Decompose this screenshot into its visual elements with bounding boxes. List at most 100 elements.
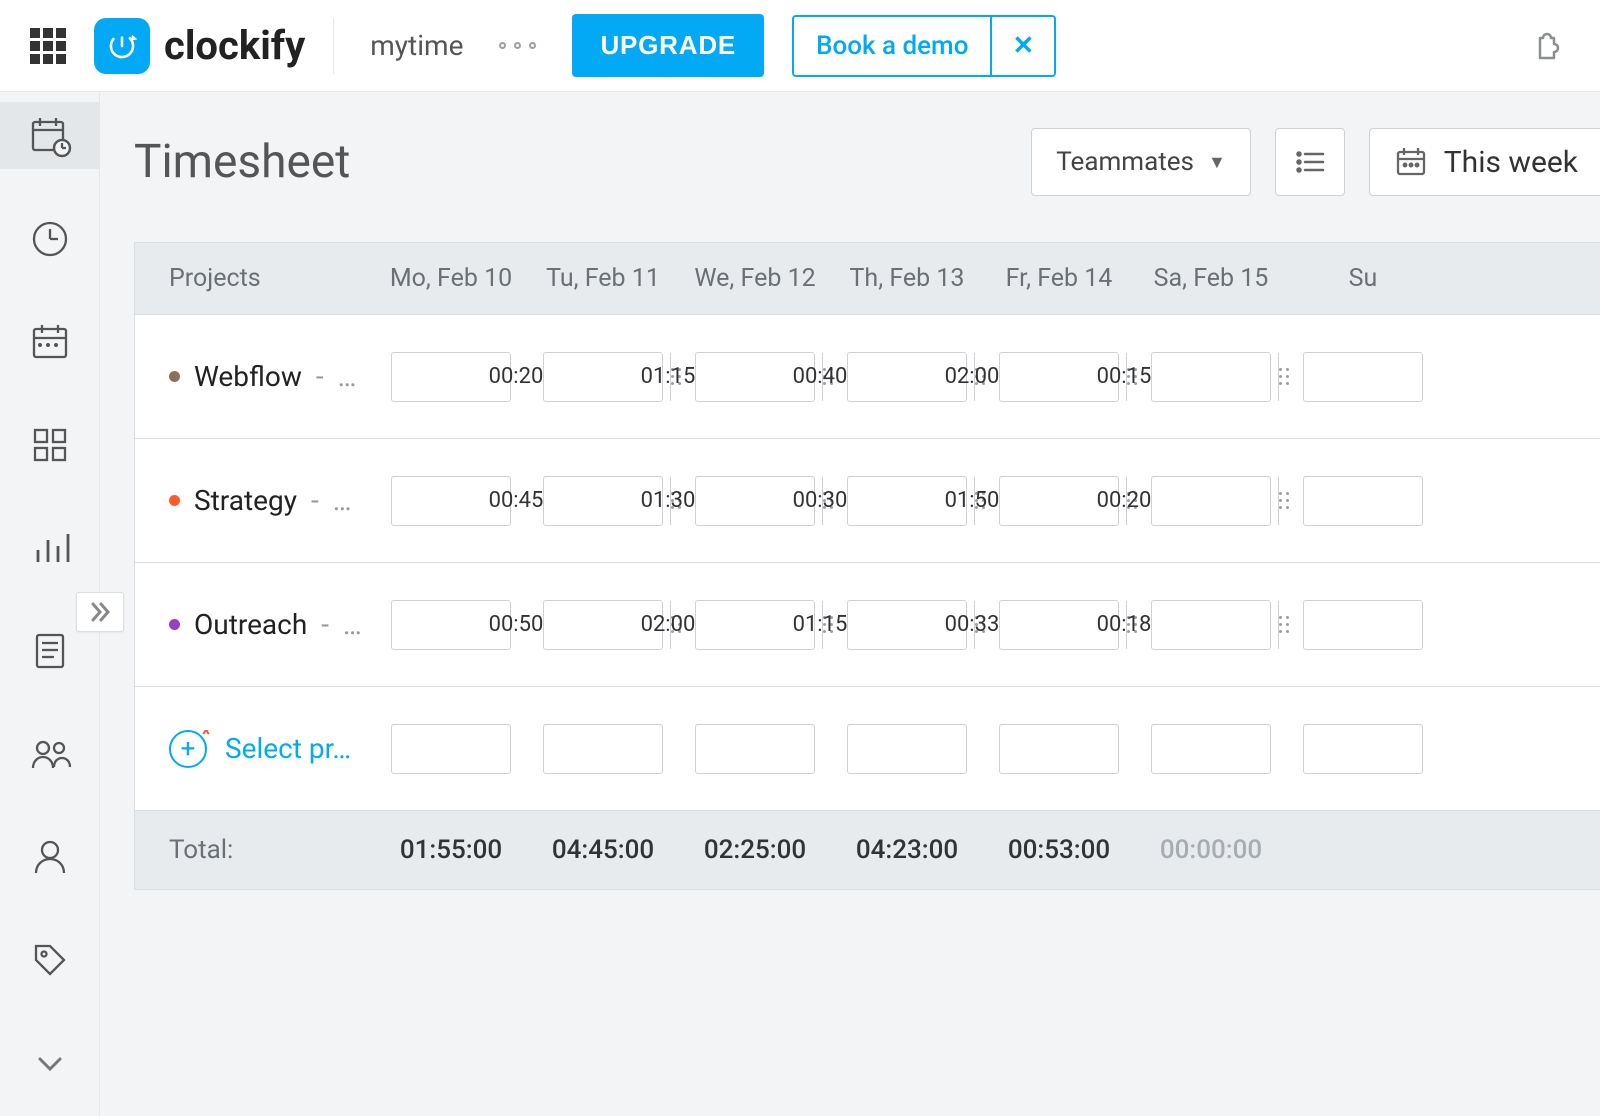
book-demo-close-icon[interactable]: ✕ [992,17,1054,75]
project-color-dot [169,619,180,630]
timesheet-row: Webflow - … [135,315,1600,439]
brand-mark-icon [94,18,150,74]
time-cell[interactable] [543,476,663,526]
time-cell-empty[interactable] [695,724,815,774]
sidebar-item-team[interactable] [0,720,99,787]
time-cell[interactable] [391,600,511,650]
sidebar-item-time-tracker[interactable] [0,205,99,272]
sidebar-item-clients[interactable] [0,823,99,890]
more-menu-icon[interactable] [491,34,544,57]
brand-wordmark: clockify [164,22,305,69]
time-cell[interactable] [391,476,511,526]
time-cell[interactable] [543,600,663,650]
sidebar-item-more[interactable] [0,1029,99,1096]
project-separator: - [311,484,319,517]
view-toggle-button[interactable] [1275,128,1345,196]
app-switcher-icon[interactable] [30,28,66,64]
total-value: 00:53:00 [983,835,1135,865]
time-cell[interactable] [1151,600,1271,650]
column-header-day: Su [1287,264,1439,293]
project-name: Webflow [194,360,302,393]
book-demo-button[interactable]: Book a demo ✕ [792,15,1056,77]
timesheet-row: Outreach - … [135,563,1600,687]
time-cell-empty[interactable] [543,724,663,774]
column-header-day: Sa, Feb 15 [1135,264,1287,293]
divider [333,18,334,74]
time-cell[interactable] [695,352,815,402]
date-range-picker[interactable]: This week [1369,128,1600,196]
sidebar-item-reports[interactable] [0,514,99,581]
project-task-truncated: … [343,608,362,641]
project-task-truncated: … [333,484,352,517]
time-cell[interactable] [999,352,1119,402]
chevron-down-icon: ▼ [1208,152,1226,173]
total-value: 02:25:00 [679,835,831,865]
column-header-day: Tu, Feb 11 [527,264,679,293]
project-separator: - [316,360,324,393]
time-cell[interactable] [543,352,663,402]
select-project-label: Select pr… [225,732,351,765]
project-task-truncated: … [338,360,357,393]
time-cell-empty[interactable] [847,724,967,774]
sidebar-item-timesheet[interactable] [0,102,99,169]
sidebar-item-tags[interactable] [0,926,99,993]
timesheet-row: Strategy - … [135,439,1600,563]
time-cell[interactable] [847,600,967,650]
time-input[interactable] [1304,601,1582,649]
project-cell[interactable]: Webflow - … [135,360,375,393]
time-cell[interactable] [1151,352,1271,402]
book-demo-label[interactable]: Book a demo [794,17,992,75]
sidebar-item-calendar[interactable] [0,308,99,375]
time-input[interactable] [1304,725,1582,773]
column-header-day: Fr, Feb 14 [983,264,1135,293]
brand-logo[interactable]: clockify [94,18,305,74]
project-cell[interactable]: Outreach - … [135,608,375,641]
main: Timesheet Teammates ▼ This week Projects [100,92,1600,1116]
upgrade-button[interactable]: UPGRADE [572,14,764,77]
total-value: 00:00:00 [1135,835,1287,865]
time-cell-empty[interactable] [1151,724,1271,774]
add-project-row: + Select pr… [135,687,1600,811]
add-project-icon: + [169,730,207,768]
project-name: Strategy [194,484,297,517]
project-color-dot [169,495,180,506]
time-cell[interactable] [999,600,1119,650]
extensions-icon[interactable] [1530,24,1570,68]
project-cell[interactable]: Strategy - … [135,484,375,517]
column-header-day: Mo, Feb 10 [375,264,527,293]
calendar-icon [1394,145,1428,179]
time-cell-empty[interactable] [391,724,511,774]
time-cell-empty[interactable] [1303,724,1423,774]
time-cell[interactable] [999,476,1119,526]
time-input[interactable] [1304,477,1582,525]
sidebar-item-dashboard[interactable] [0,411,99,478]
time-cell[interactable] [391,352,511,402]
time-cell[interactable] [1303,600,1423,650]
total-value: 04:23:00 [831,835,983,865]
page-header: Timesheet Teammates ▼ This week [134,128,1600,196]
total-value: 01:55:00 [375,835,527,865]
project-separator: - [321,608,329,641]
time-cell[interactable] [847,476,967,526]
time-cell-empty[interactable] [999,724,1119,774]
timesheet-total-row: Total: 01:55:00 04:45:00 02:25:00 04:23:… [135,811,1600,889]
time-cell[interactable] [1151,476,1271,526]
time-cell[interactable] [695,476,815,526]
timesheet-header-row: Projects Mo, Feb 10 Tu, Feb 11 We, Feb 1… [135,243,1600,315]
column-header-day: Th, Feb 13 [831,264,983,293]
project-name: Outreach [194,608,307,641]
sidebar-expand-button[interactable] [76,592,124,632]
column-header-projects: Projects [135,264,375,293]
teammates-filter-label: Teammates [1056,147,1194,177]
time-input[interactable] [1304,353,1582,401]
timesheet-table: Projects Mo, Feb 10 Tu, Feb 11 We, Feb 1… [134,242,1600,890]
time-cell[interactable] [695,600,815,650]
time-cell[interactable] [1303,476,1423,526]
workspace-name[interactable]: mytime [370,29,463,62]
total-value: 04:45:00 [527,835,679,865]
time-cell[interactable] [847,352,967,402]
total-label: Total: [135,835,375,865]
select-project-button[interactable]: + Select pr… [135,730,375,768]
time-cell[interactable] [1303,352,1423,402]
teammates-filter[interactable]: Teammates ▼ [1031,128,1250,196]
